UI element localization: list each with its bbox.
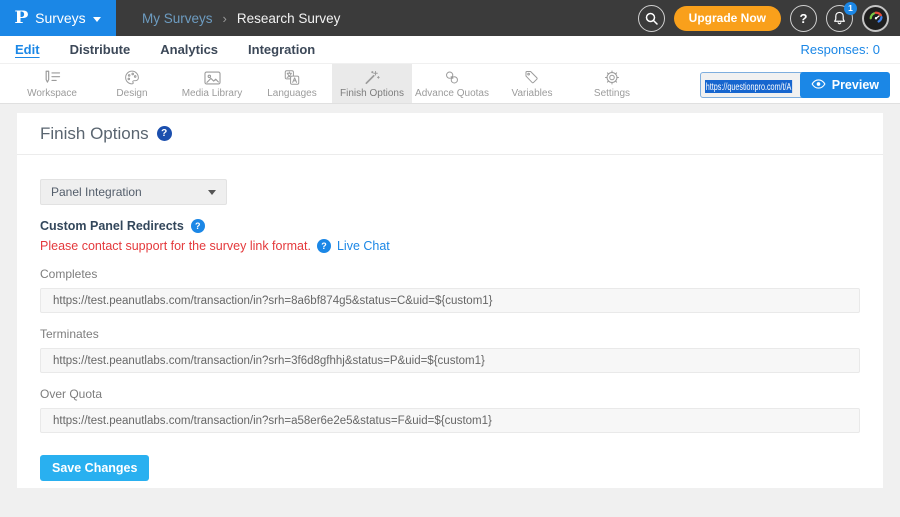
custom-panel-redirects-row: Custom Panel Redirects <box>40 219 860 233</box>
toolbar-item-workspace[interactable]: Workspace <box>12 64 92 103</box>
tab-edit[interactable]: Edit <box>15 42 40 57</box>
finish-options-help-icon[interactable] <box>157 126 172 141</box>
design-icon <box>123 68 141 86</box>
toolbar-item-label: Media Library <box>182 88 243 99</box>
edit-toolbar: Workspace Design Media Library Languages… <box>0 63 900 104</box>
top-header: P Surveys My Surveys › Research Survey U… <box>0 0 900 36</box>
completes-label: Completes <box>40 267 860 281</box>
toolbar-item-label: Workspace <box>27 88 77 99</box>
notifications-button[interactable]: 1 <box>826 5 853 32</box>
completes-url-input[interactable]: https://test.peanutlabs.com/transaction/… <box>40 288 860 313</box>
support-notice-row: Please contact support for the survey li… <box>40 239 860 253</box>
languages-icon <box>283 68 301 86</box>
finish-options-icon <box>363 68 381 86</box>
toolbar-item-label: Languages <box>267 88 317 99</box>
toolbar-item-label: Design <box>116 88 147 99</box>
advance-quotas-icon <box>443 68 461 86</box>
gauge-avatar-icon <box>867 7 885 30</box>
user-avatar[interactable] <box>862 5 889 32</box>
preview-button-label: Preview <box>832 78 879 92</box>
survey-tabs: Edit Distribute Analytics Integration <box>15 42 315 57</box>
eye-icon <box>811 78 826 92</box>
survey-url-text-wrap: https://questionpro.com/t/A <box>705 77 800 93</box>
over-quota-label: Over Quota <box>40 387 860 401</box>
responses-count: Responses: 0 <box>801 42 881 57</box>
variables-icon <box>523 68 541 86</box>
tab-analytics[interactable]: Analytics <box>160 42 218 57</box>
panel-integration-select[interactable]: Panel Integration <box>40 179 227 205</box>
breadcrumb-my-surveys[interactable]: My Surveys <box>142 11 213 26</box>
breadcrumb-separator: › <box>223 11 227 26</box>
upgrade-now-button[interactable]: Upgrade Now <box>674 6 781 31</box>
notification-badge: 1 <box>844 2 857 15</box>
toolbar-item-label: Settings <box>594 88 630 99</box>
panel-integration-select-value: Panel Integration <box>51 185 142 199</box>
over-quota-url-input[interactable]: https://test.peanutlabs.com/transaction/… <box>40 408 860 433</box>
questionpro-logo: P <box>15 8 29 28</box>
workspace-icon <box>42 68 62 86</box>
chevron-down-icon <box>93 17 101 22</box>
card-body: Panel Integration Custom Panel Redirects… <box>17 179 883 481</box>
breadcrumb: My Surveys › Research Survey <box>142 11 340 26</box>
survey-nav-row: Edit Distribute Analytics Integration Re… <box>0 36 900 63</box>
save-changes-button[interactable]: Save Changes <box>40 455 149 481</box>
toolbar-item-label: Finish Options <box>340 88 404 99</box>
section-title: Custom Panel Redirects <box>40 219 184 233</box>
tab-distribute[interactable]: Distribute <box>70 42 131 57</box>
media-library-icon <box>203 68 222 86</box>
toolbar-item-languages[interactable]: Languages <box>252 64 332 103</box>
finish-options-card: Finish Options Panel Integration Custom … <box>17 113 883 488</box>
toolbar-item-label: Variables <box>512 88 553 99</box>
survey-url-selected-text: https://questionpro.com/t/A <box>705 80 792 93</box>
search-button[interactable] <box>638 5 665 32</box>
over-quota-field: Over Quota https://test.peanutlabs.com/t… <box>40 387 860 433</box>
tab-integration[interactable]: Integration <box>248 42 315 57</box>
terminates-field: Terminates https://test.peanutlabs.com/t… <box>40 327 860 373</box>
support-notice-text: Please contact support for the survey li… <box>40 239 311 253</box>
toolbar-item-settings[interactable]: Settings <box>572 64 652 103</box>
breadcrumb-current-survey: Research Survey <box>237 11 341 26</box>
toolbar-item-finish-options[interactable]: Finish Options <box>332 64 412 103</box>
completes-field: Completes https://test.peanutlabs.com/tr… <box>40 267 860 313</box>
toolbar-item-label: Advance Quotas <box>415 88 489 99</box>
chevron-down-icon <box>208 190 216 195</box>
settings-icon <box>603 68 621 86</box>
help-button[interactable]: ? <box>790 5 817 32</box>
product-name: Surveys <box>35 10 86 26</box>
header-actions: Upgrade Now ? 1 <box>638 5 900 32</box>
preview-button[interactable]: Preview <box>800 72 890 98</box>
toolbar-item-media-library[interactable]: Media Library <box>172 64 252 103</box>
card-header: Finish Options <box>17 113 883 155</box>
toolbar-item-design[interactable]: Design <box>92 64 172 103</box>
search-icon <box>645 12 658 25</box>
terminates-url-input[interactable]: https://test.peanutlabs.com/transaction/… <box>40 348 860 373</box>
live-chat-link[interactable]: Live Chat <box>337 239 390 253</box>
bell-icon <box>833 11 846 25</box>
live-chat-icon[interactable] <box>317 239 331 253</box>
main-content: Finish Options Panel Integration Custom … <box>0 105 900 517</box>
question-mark-icon: ? <box>800 11 808 26</box>
surveys-product-menu[interactable]: P Surveys <box>0 0 116 36</box>
page-title: Finish Options <box>40 124 149 144</box>
section-help-icon[interactable] <box>191 219 205 233</box>
toolbar-item-variables[interactable]: Variables <box>492 64 572 103</box>
toolbar-item-advance-quotas[interactable]: Advance Quotas <box>412 64 492 103</box>
terminates-label: Terminates <box>40 327 860 341</box>
